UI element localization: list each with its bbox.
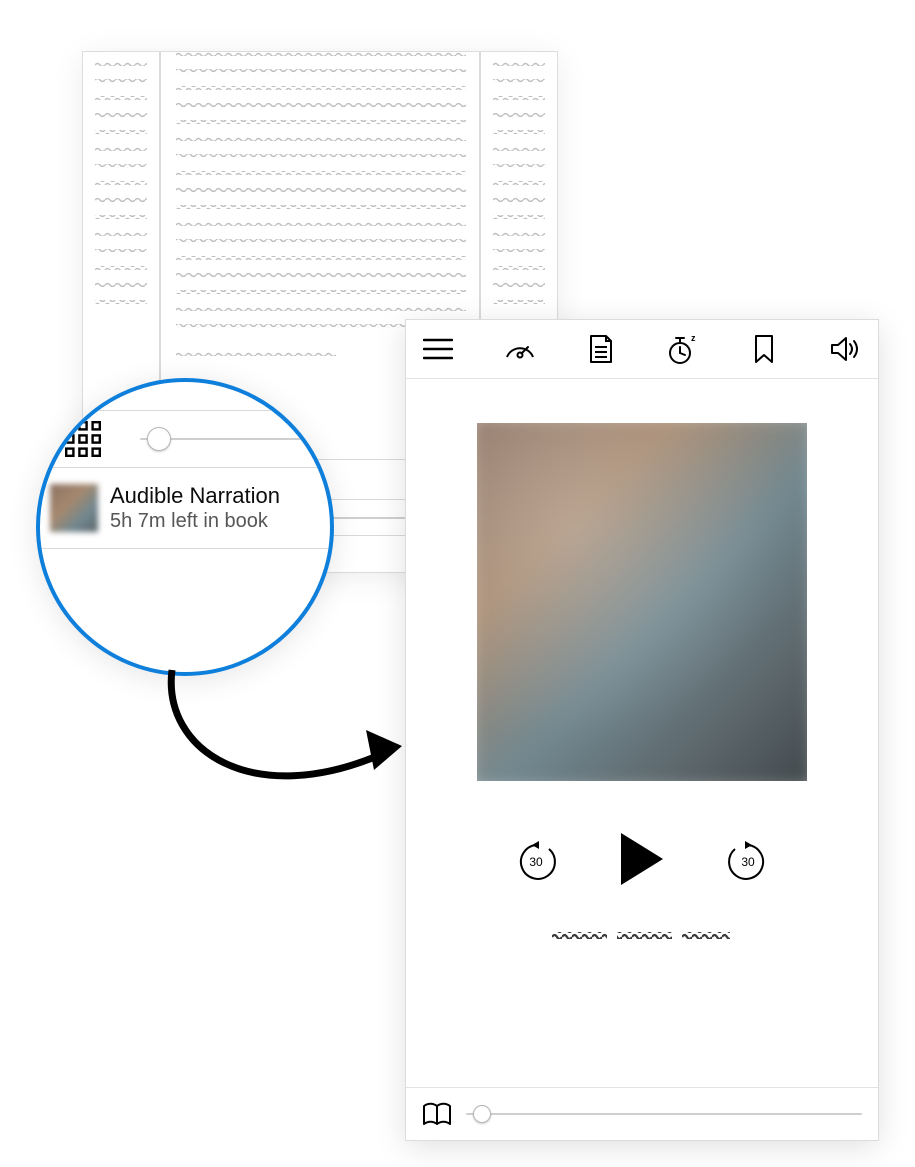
return-to-book-icon[interactable] [422,1102,452,1126]
play-button[interactable] [617,831,667,892]
playback-controls: 30 30 [515,831,769,892]
now-playing-label [552,926,732,946]
skip-forward-30-button[interactable]: 30 [727,841,769,883]
svg-text:z: z [691,333,696,343]
audible-thumbnail [50,484,98,532]
audible-callout-circle: Audible Narration 5h 7m left in book [36,378,334,676]
reader-margin-text-left [95,62,147,362]
chapters-document-icon[interactable] [583,331,619,367]
library-grid-icon[interactable] [65,421,101,457]
skip-back-amount: 30 [515,855,557,869]
bookmark-icon[interactable] [746,331,782,367]
callout-progress-slider[interactable] [140,438,330,440]
player-toolbar: z [406,320,878,379]
audible-title: Audible Narration [110,483,280,509]
menu-icon[interactable] [420,331,456,367]
player-progress-handle[interactable] [473,1105,491,1123]
audible-text-block: Audible Narration 5h 7m left in book [110,483,280,532]
reader-margin-text-right [493,62,545,362]
skip-back-30-button[interactable]: 30 [515,841,557,883]
callout-progress-handle[interactable] [147,427,171,451]
book-cover-art [477,423,807,781]
skip-forward-amount: 30 [727,855,769,869]
audible-time-left: 5h 7m left in book [110,510,280,533]
sleep-timer-icon[interactable]: z [665,331,701,367]
audible-narration-row[interactable]: Audible Narration 5h 7m left in book [40,467,330,549]
volume-icon[interactable] [828,331,864,367]
callout-arrow-icon [152,660,412,820]
speed-gauge-icon[interactable] [502,331,538,367]
player-bottom-bar [406,1087,878,1140]
player-progress-slider[interactable] [466,1113,862,1115]
callout-toolbar-row [40,410,330,467]
audio-player-panel: z [406,320,878,1140]
